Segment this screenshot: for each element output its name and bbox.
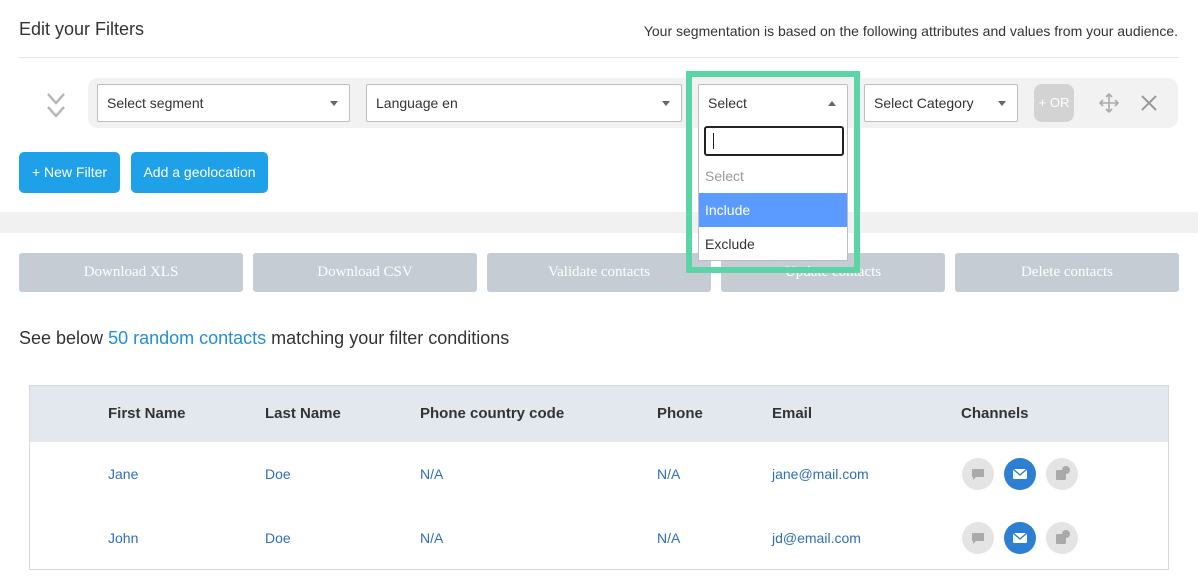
phone-country-code-cell: N/A	[420, 466, 444, 482]
attribute-select[interactable]: Language en	[366, 84, 682, 122]
page-title: Edit your Filters	[19, 19, 145, 39]
caret-down-icon	[998, 101, 1006, 106]
highlight-box	[686, 71, 860, 273]
delete-contacts-button[interactable]: Delete contacts	[955, 253, 1179, 292]
phone-country-code-cell: N/A	[420, 530, 444, 546]
column-header: Email	[772, 405, 813, 422]
segment-select-value: Select segment	[107, 95, 204, 111]
phone-cell: N/A	[657, 530, 681, 546]
table-row: Jane Doe N/A N/A jane@mail.com	[30, 442, 1168, 506]
segment-select[interactable]: Select segment	[97, 84, 350, 122]
summary-suffix: matching your filter conditions	[266, 328, 510, 348]
phone-cell: N/A	[657, 466, 681, 482]
column-header: Phone country code	[420, 405, 565, 422]
attribute-select-value: Language en	[376, 95, 458, 111]
random-contacts-link[interactable]: 50 random contacts	[108, 328, 266, 348]
email-icon[interactable]	[1004, 458, 1036, 490]
sms-icon[interactable]	[962, 458, 994, 490]
last-name-cell[interactable]: Doe	[265, 442, 291, 506]
chevrons-down-icon[interactable]	[44, 90, 68, 122]
email-cell[interactable]: jane@mail.com	[772, 442, 869, 506]
download-csv-button[interactable]: Download CSV	[253, 253, 477, 292]
table-header: First Name Last Name Phone country code …	[30, 386, 1168, 442]
move-icon[interactable]	[1099, 93, 1119, 113]
divider	[19, 57, 1179, 58]
category-select[interactable]: Select Category	[864, 84, 1018, 122]
column-header: First Name	[108, 405, 186, 422]
close-icon[interactable]	[1140, 94, 1158, 112]
column-header: Phone	[657, 405, 703, 422]
push-icon[interactable]	[1046, 522, 1078, 554]
table-row: John Doe N/A N/A jd@email.com	[30, 506, 1168, 570]
validate-contacts-button[interactable]: Validate contacts	[487, 253, 711, 292]
contacts-summary: See below 50 random contacts matching yo…	[19, 328, 509, 349]
email-cell[interactable]: jd@email.com	[772, 506, 861, 570]
caret-down-icon	[662, 101, 670, 106]
sms-icon[interactable]	[962, 522, 994, 554]
add-or-button[interactable]: + OR	[1034, 84, 1074, 122]
push-icon[interactable]	[1046, 458, 1078, 490]
column-header: Channels	[961, 405, 1029, 422]
email-icon[interactable]	[1004, 522, 1036, 554]
first-name-cell[interactable]: Jane	[108, 442, 138, 506]
add-geolocation-button[interactable]: Add a geolocation	[131, 152, 268, 193]
segmentation-description: Your segmentation is based on the follow…	[643, 23, 1178, 39]
column-header: Last Name	[265, 405, 341, 422]
first-name-cell[interactable]: John	[108, 506, 138, 570]
download-xls-button[interactable]: Download XLS	[19, 253, 243, 292]
caret-down-icon	[330, 101, 338, 106]
category-select-value: Select Category	[874, 95, 974, 111]
last-name-cell[interactable]: Doe	[265, 506, 291, 570]
contacts-table: First Name Last Name Phone country code …	[29, 385, 1169, 570]
summary-prefix: See below	[19, 328, 109, 348]
new-filter-button[interactable]: + New Filter	[19, 152, 120, 193]
